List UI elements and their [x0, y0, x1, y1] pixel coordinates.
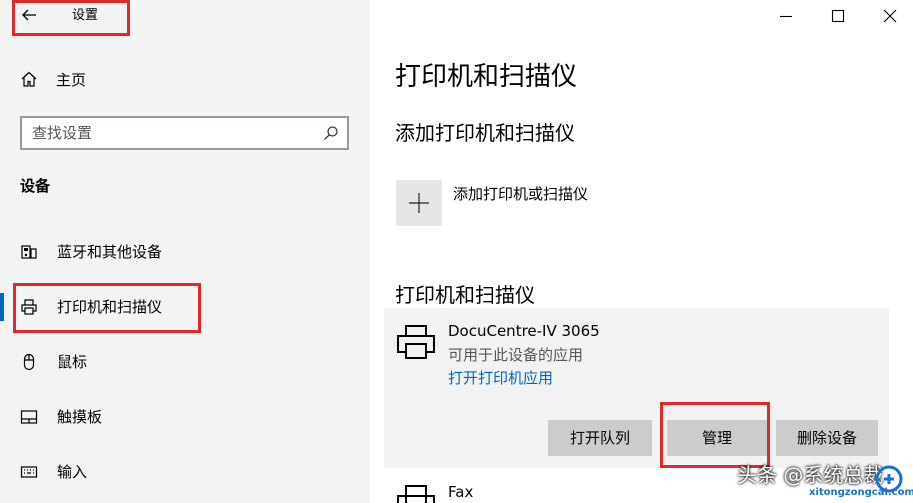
sidebar-item-touchpad[interactable]: 触摸板	[0, 397, 370, 437]
sidebar-item-printers[interactable]: 打印机和扫描仪	[0, 287, 370, 327]
fax-printer-name[interactable]: Fax	[448, 482, 473, 502]
mouse-icon	[23, 353, 35, 371]
back-arrow-icon[interactable]	[20, 6, 38, 24]
sidebar-item-label: 触摸板	[57, 408, 103, 426]
sidebar-item-label: 蓝牙和其他设备	[57, 243, 163, 261]
search-input[interactable]	[32, 123, 312, 143]
fax-printer-icon	[397, 485, 435, 503]
list-section-title: 打印机和扫描仪	[395, 283, 535, 307]
add-tile	[396, 180, 442, 226]
watermark: 头条 @系统总裁 xitongzongcai.com	[725, 457, 913, 503]
sidebar-item-home[interactable]: 主页	[20, 66, 350, 94]
printer-app-text: 可用于此设备的应用	[448, 346, 584, 364]
remove-device-button[interactable]: 删除设备	[776, 420, 878, 456]
active-indicator	[0, 293, 4, 321]
page-title: 打印机和扫描仪	[395, 62, 578, 92]
sidebar-item-label: 输入	[57, 463, 88, 481]
add-section-title: 添加打印机和扫描仪	[395, 121, 575, 145]
search-icon[interactable]	[323, 125, 339, 141]
sidebar-item-mouse[interactable]: 鼠标	[0, 342, 370, 382]
search-box[interactable]	[20, 116, 349, 150]
close-icon[interactable]	[880, 6, 900, 26]
home-icon	[21, 71, 37, 87]
add-printer-button[interactable]: 添加打印机或扫描仪	[396, 180, 796, 226]
printer-icon	[21, 299, 37, 315]
main-content: 打印机和扫描仪 添加打印机和扫描仪 添加打印机或扫描仪 打印机和扫描仪 Docu…	[370, 0, 913, 503]
title-bar: 设置	[0, 0, 370, 32]
sidebar-group-title: 设备	[20, 177, 51, 195]
sidebar-item-typing[interactable]: 输入	[0, 452, 370, 492]
bluetooth-devices-icon	[21, 245, 37, 259]
sidebar-item-bluetooth[interactable]: 蓝牙和其他设备	[0, 232, 370, 272]
printer-name: DocuCentre-IV 3065	[448, 322, 600, 340]
touchpad-icon	[20, 410, 38, 424]
sidebar: 设置 主页 设备 蓝牙和其他设备 打印机和扫描仪	[0, 0, 370, 503]
open-printer-app-link[interactable]: 打开打印机应用	[448, 368, 553, 388]
manage-button[interactable]: 管理	[667, 420, 767, 456]
sidebar-item-label: 鼠标	[57, 353, 88, 371]
plus-icon	[409, 193, 429, 213]
minimize-icon[interactable]	[776, 6, 796, 26]
sidebar-item-label: 主页	[56, 71, 87, 89]
open-queue-button[interactable]: 打开队列	[548, 420, 652, 456]
app-title: 设置	[72, 8, 99, 23]
watermark-logo-icon	[875, 465, 903, 493]
add-printer-label: 添加打印机或扫描仪	[453, 185, 589, 203]
sidebar-item-label: 打印机和扫描仪	[57, 298, 163, 316]
keyboard-icon	[20, 466, 38, 478]
maximize-icon[interactable]	[828, 6, 848, 26]
watermark-text: 头条 @系统总裁	[737, 463, 884, 487]
printer-icon	[397, 325, 435, 359]
printer-card[interactable]: DocuCentre-IV 3065 可用于此设备的应用 打开打印机应用 打开队…	[384, 308, 889, 468]
